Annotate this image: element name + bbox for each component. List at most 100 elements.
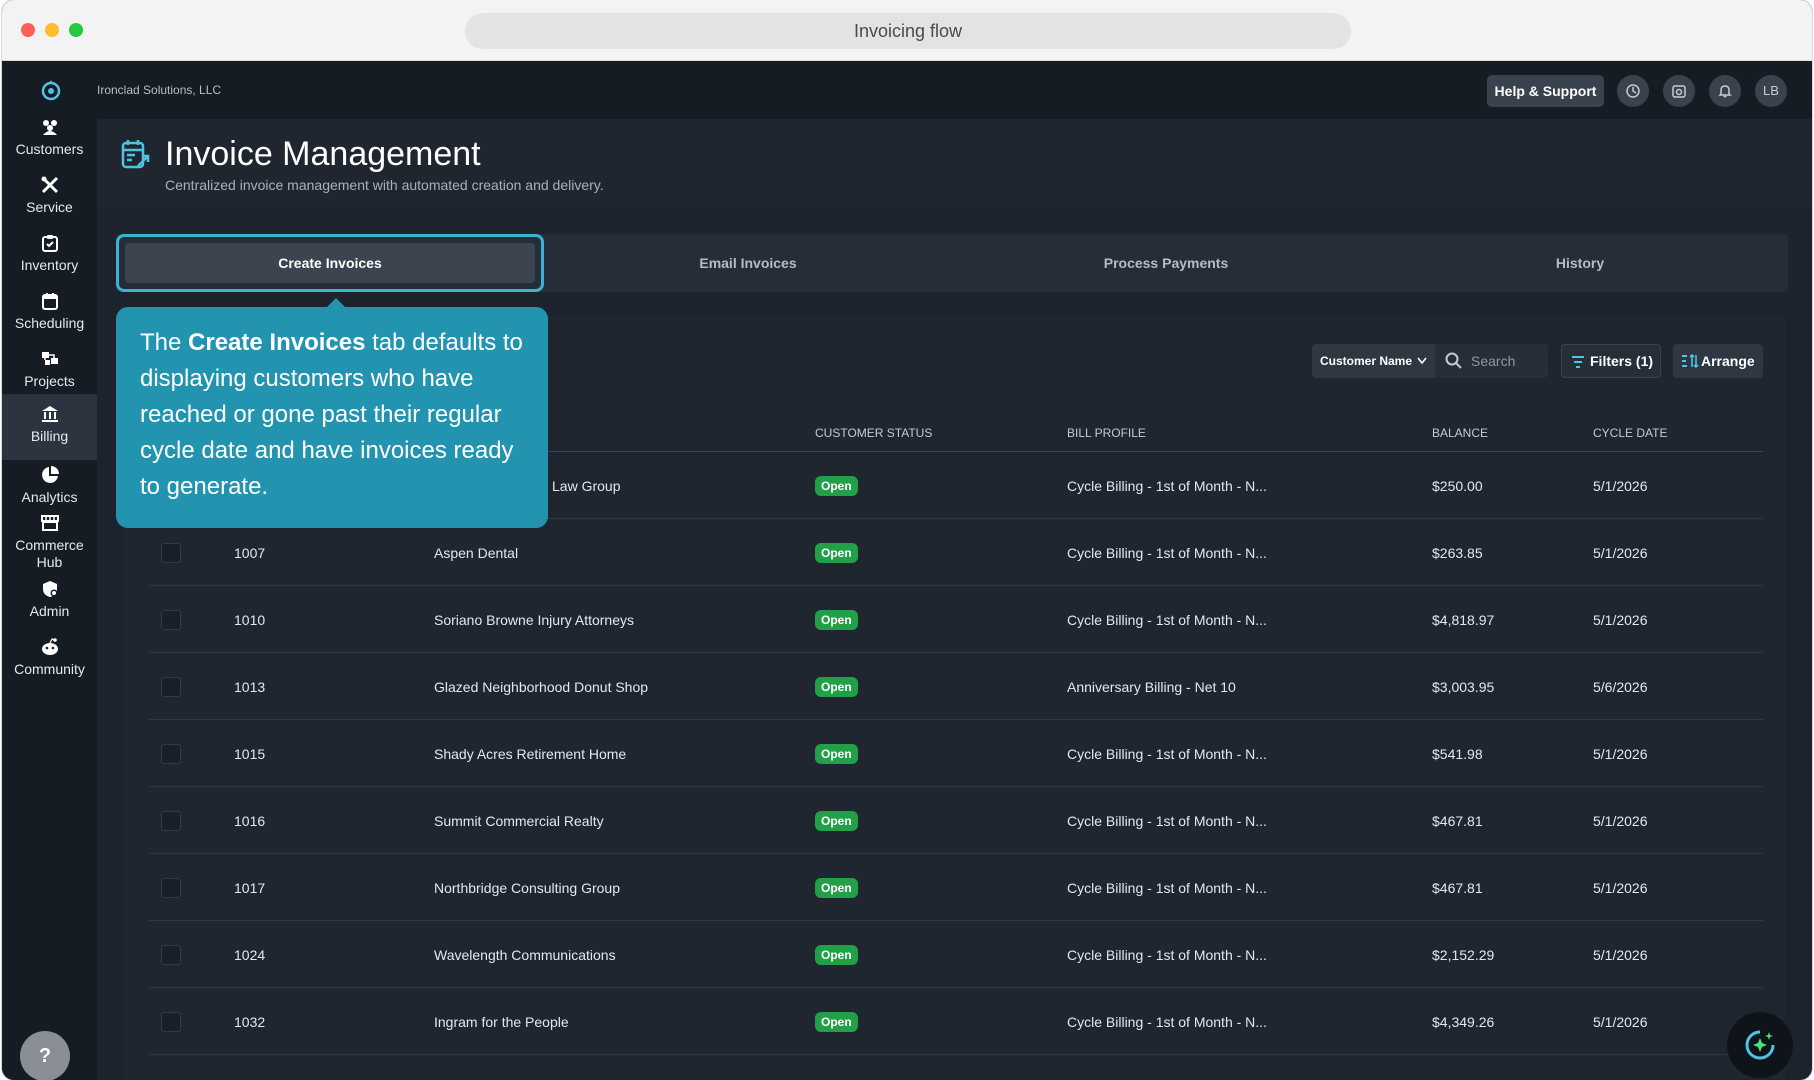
sidebar-item-label: Analytics <box>21 489 78 505</box>
sidebar-item-scheduling[interactable]: Scheduling <box>2 281 97 347</box>
customer-id: 1010 <box>234 612 266 628</box>
search-placeholder: Search <box>1471 353 1516 369</box>
row-checkbox[interactable] <box>161 878 181 898</box>
sidebar-item-admin[interactable]: Admin <box>2 569 97 635</box>
sidebar-item-customers[interactable]: Customers <box>2 107 97 173</box>
row-checkbox[interactable] <box>161 744 181 764</box>
sidebar: Customers Service Inventory Scheduling P… <box>2 61 97 1080</box>
history-button[interactable] <box>1617 75 1649 107</box>
customers-icon <box>42 120 57 135</box>
sidebar-item-analytics[interactable]: Analytics <box>2 455 97 521</box>
balance: $3,003.95 <box>1432 679 1495 695</box>
app-topbar: Ironclad Solutions, LLC Help & Support L… <box>97 61 1812 119</box>
table-row[interactable]: 1007 Aspen Dental Open Cycle Billing - 1… <box>149 519 1763 586</box>
customer-name[interactable]: Summit Commercial Realty <box>434 813 604 829</box>
projects-icon <box>41 352 58 365</box>
tab-create-invoices[interactable]: Create Invoices <box>116 234 544 292</box>
table-row[interactable]: 1010 Soriano Browne Injury Attorneys Ope… <box>149 586 1763 653</box>
tour-callout[interactable]: The Create Invoices tab defaults to disp… <box>116 298 548 528</box>
page-title: Invoice Management <box>165 135 481 173</box>
close-window-button[interactable] <box>21 23 35 37</box>
tab-label: Create Invoices <box>125 243 535 283</box>
row-checkbox[interactable] <box>161 811 181 831</box>
sidebar-item-label: Admin <box>29 603 70 619</box>
page-subtitle: Centralized invoice management with auto… <box>165 177 604 193</box>
bill-profile: Cycle Billing - 1st of Month - N... <box>1067 612 1267 628</box>
filters-button[interactable]: Filters (1) <box>1561 344 1661 378</box>
sidebar-item-label: Inventory <box>20 257 79 273</box>
table-row[interactable]: 1015 Shady Acres Retirement Home Open Cy… <box>149 720 1763 787</box>
customer-id: 1024 <box>234 947 266 963</box>
balance: $250.00 <box>1432 478 1483 494</box>
sidebar-item-label: Commerce Hub <box>15 537 84 570</box>
balance: $541.98 <box>1432 746 1483 762</box>
bell-icon <box>1718 85 1732 98</box>
minimize-window-button[interactable] <box>45 23 59 37</box>
bill-profile: Cycle Billing - 1st of Month - N... <box>1067 545 1267 561</box>
row-checkbox[interactable] <box>161 1012 181 1032</box>
cycle-date: 5/1/2026 <box>1593 1014 1648 1030</box>
column-header-status[interactable]: CUSTOMER STATUS <box>815 426 932 440</box>
cycle-date: 5/1/2026 <box>1593 746 1648 762</box>
history-icon <box>1626 84 1640 98</box>
search-input[interactable]: Search <box>1435 344 1548 378</box>
sidebar-item-community[interactable]: Community <box>2 627 97 693</box>
table-row[interactable]: 1032 Ingram for the People Open Cycle Bi… <box>149 988 1763 1055</box>
table-row[interactable]: 1013 Glazed Neighborhood Donut Shop Open… <box>149 653 1763 720</box>
clipboard-icon <box>41 235 58 252</box>
row-checkbox[interactable] <box>161 610 181 630</box>
tab-history[interactable]: History <box>1378 234 1782 292</box>
sidebar-item-inventory[interactable]: Inventory <box>2 223 97 289</box>
row-checkbox[interactable] <box>161 677 181 697</box>
callout-text-prefix: The <box>140 329 189 356</box>
status-badge: Open <box>815 476 858 496</box>
sidebar-item-label: Scheduling <box>14 315 85 331</box>
arrange-button[interactable]: Arrange <box>1673 344 1763 378</box>
search-field-select[interactable]: Customer Name <box>1312 344 1435 378</box>
bill-profile: Cycle Billing - 1st of Month - N... <box>1067 478 1267 494</box>
tab-email-invoices[interactable]: Email Invoices <box>546 234 950 292</box>
customer-name[interactable]: Law Group <box>552 478 620 494</box>
customer-id: 1013 <box>234 679 266 695</box>
search-field-select-value: Customer Name <box>1320 354 1413 368</box>
column-header-cycle-date[interactable]: CYCLE DATE <box>1593 426 1667 440</box>
user-avatar[interactable]: LB <box>1755 75 1787 107</box>
arrange-label: Arrange <box>1701 353 1755 369</box>
screenshot-button[interactable] <box>1663 75 1695 107</box>
customer-name[interactable]: Northbridge Consulting Group <box>434 880 620 896</box>
app-logo-icon[interactable] <box>39 78 63 102</box>
customer-name[interactable]: Glazed Neighborhood Donut Shop <box>434 679 648 695</box>
help-support-button[interactable]: Help & Support <box>1487 75 1604 107</box>
column-header-bill-profile[interactable]: BILL PROFILE <box>1067 426 1146 440</box>
address-bar[interactable]: Invoicing flow <box>465 13 1351 49</box>
app-window: Invoicing flow Customers Service Invento… <box>2 0 1812 1080</box>
ai-sparkle-icon <box>1745 1030 1775 1060</box>
customer-name[interactable]: Ingram for the People <box>434 1014 569 1030</box>
status-badge: Open <box>815 811 858 831</box>
ai-assistant-button[interactable] <box>1727 1012 1793 1078</box>
table-row[interactable]: 1024 Wavelength Communications Open Cycl… <box>149 921 1763 988</box>
help-button[interactable]: ? <box>20 1031 70 1080</box>
customer-name[interactable]: Aspen Dental <box>434 545 518 561</box>
cycle-date: 5/1/2026 <box>1593 612 1648 628</box>
browser-titlebar: Invoicing flow <box>2 0 1812 61</box>
callout-text-bold: Create Invoices <box>188 329 366 356</box>
row-checkbox[interactable] <box>161 945 181 965</box>
column-header-balance[interactable]: BALANCE <box>1432 426 1488 440</box>
sidebar-item-label: Projects <box>24 373 75 389</box>
status-badge: Open <box>815 677 858 697</box>
status-badge: Open <box>815 878 858 898</box>
notifications-button[interactable] <box>1709 75 1741 107</box>
table-row[interactable]: 1017 Northbridge Consulting Group Open C… <box>149 854 1763 921</box>
tab-process-payments[interactable]: Process Payments <box>964 234 1368 292</box>
table-row[interactable]: 1016 Summit Commercial Realty Open Cycle… <box>149 787 1763 854</box>
sidebar-item-billing[interactable]: Billing <box>2 394 97 460</box>
pie-chart-icon <box>41 466 59 483</box>
row-checkbox[interactable] <box>161 543 181 563</box>
customer-name[interactable]: Wavelength Communications <box>434 947 616 963</box>
maximize-window-button[interactable] <box>69 23 83 37</box>
customer-name[interactable]: Soriano Browne Injury Attorneys <box>434 612 634 628</box>
sidebar-item-service[interactable]: Service <box>2 165 97 231</box>
customer-name[interactable]: Shady Acres Retirement Home <box>434 746 626 762</box>
balance: $467.81 <box>1432 813 1483 829</box>
